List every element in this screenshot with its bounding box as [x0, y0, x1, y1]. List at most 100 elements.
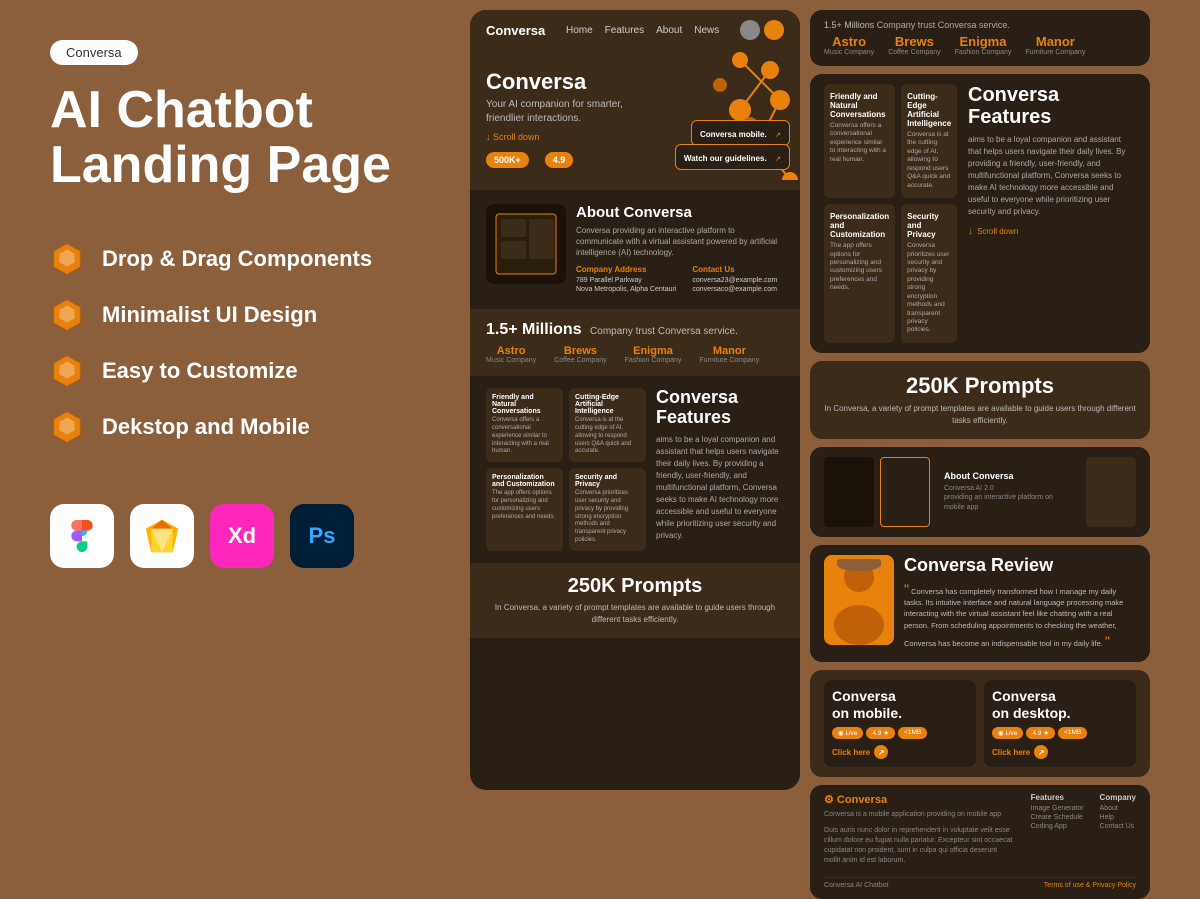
rp-companies: 1.5+ Millions Company trust Conversa ser…	[810, 10, 1150, 66]
footer-link-image-gen[interactable]: Image Generator	[1031, 805, 1084, 812]
hero-title: Conversa	[486, 70, 650, 94]
center-mockup: Conversa Home Features About News Conver…	[470, 10, 800, 790]
nav-links: Home Features About News	[566, 25, 719, 36]
hero-scroll[interactable]: ↓ Scroll down	[486, 132, 650, 142]
contact-email2: conversaco@example.com	[692, 285, 777, 295]
features-section: Friendly and Natural Conversations Conve…	[470, 376, 800, 563]
rp-features-title: Conversa Features	[968, 84, 1136, 128]
figma-icon	[50, 504, 114, 568]
nav-home[interactable]: Home	[566, 25, 593, 36]
rp-co-brews: Brews Coffee Company	[888, 34, 940, 56]
about-section: About Conversa Conversa providing an int…	[470, 190, 800, 309]
feature-label-drop-drag: Drop & Drag Components	[102, 246, 372, 272]
rp-features: Friendly and Natural Conversations Conve…	[810, 74, 1150, 353]
desktop-badge-size: <1MB	[1058, 727, 1087, 739]
right-panels: 1.5+ Millions Company trust Conversa ser…	[810, 10, 1150, 790]
contact-label: Contact Us	[692, 265, 777, 274]
hero-subtitle: Your AI companion for smarter, friendlie…	[486, 98, 650, 126]
footer-terms[interactable]: Terms of use & Privacy Policy	[1044, 882, 1136, 889]
about-content: About Conversa Conversa providing an int…	[576, 204, 784, 295]
footer-link-coding[interactable]: Coding App	[1031, 823, 1084, 830]
rp-feat-card-3: Personalization and Customization The ap…	[824, 204, 895, 343]
review-quote: " Conversa has completely transformed ho…	[904, 582, 1136, 652]
nav-features[interactable]: Features	[605, 25, 644, 36]
rp-mobile-card: Conversaon mobile. ◉ Live 4.9 ★ <1MB Cli…	[824, 680, 976, 768]
footer-features-title: Features	[1031, 793, 1084, 802]
review-content: Conversa Review " Conversa has completel…	[904, 555, 1136, 652]
nav-avatar	[740, 20, 784, 40]
stat-users: 500K+	[486, 152, 529, 168]
rp-company-logos: Astro Music Company Brews Coffee Company…	[824, 34, 1136, 56]
rp-scroll-down[interactable]: ↓ Scroll down	[968, 226, 1136, 237]
rp-desktop-badges: ◉ Live 4.9 ★ <1MB	[992, 727, 1128, 739]
feature-main: Conversa Features aims to be a loyal com…	[656, 388, 784, 551]
hexagon-icon-1	[50, 242, 84, 276]
feature-label-easy: Easy to Customize	[102, 358, 298, 384]
feature-item-desktop: Dekstop and Mobile	[50, 410, 410, 444]
rp-desktop-cta[interactable]: Click here ↗	[992, 745, 1128, 759]
footer-description: Duis auris nunc dolor in reprehenderit i…	[824, 826, 1015, 865]
rp-desktop-title: Conversaon desktop.	[992, 688, 1128, 722]
review-title: Conversa Review	[904, 555, 1136, 576]
company-logos: Astro Music Company Brews Coffee Company…	[486, 345, 784, 364]
stats-bar: 1.5+ Millions Company trust Conversa ser…	[470, 309, 800, 376]
footer-link-help[interactable]: Help	[1100, 814, 1136, 821]
rp-prompts-sub: In Conversa, a variety of prompt templat…	[824, 403, 1136, 427]
nav-bar: Conversa Home Features About News	[470, 10, 800, 50]
mobile-badge-size: <1MB	[898, 727, 927, 739]
about-title: About Conversa	[576, 204, 784, 221]
feature-item-drop-drag: Drop & Drag Components	[50, 242, 410, 276]
mobile-badge-live: ◉ Live	[832, 727, 863, 739]
footer-company-title: Company	[1100, 793, 1136, 802]
rp-review: Conversa Review " Conversa has completel…	[810, 545, 1150, 662]
mobile-badge-rating: 4.9 ★	[866, 727, 895, 739]
footer-link-schedule[interactable]: Create Schedule	[1031, 814, 1084, 821]
stats-label: Company trust Conversa service.	[590, 326, 738, 337]
nav-about[interactable]: About	[656, 25, 682, 36]
rp-co-enigma: Enigma Fashion Company	[955, 34, 1012, 56]
prompts-number: 250K Prompts	[568, 575, 703, 597]
rp-feat-cards: Friendly and Natural Conversations Conve…	[824, 84, 954, 343]
about-text: Conversa providing an interactive platfo…	[576, 225, 784, 259]
feat-card-4: Security and Privacy Conversa prioritize…	[569, 468, 646, 551]
hexagon-icon-2	[50, 298, 84, 332]
rp-mobile-cta[interactable]: Click here ↗	[832, 745, 968, 759]
rp-screens: About Conversa Conversa AI 2.0 providing…	[810, 447, 1150, 537]
address-label: Company Address	[576, 265, 676, 274]
about-columns: Company Address 789 Parallel ParkwayNova…	[576, 265, 784, 296]
features-title: Conversa Features	[656, 388, 784, 428]
address-value: 789 Parallel ParkwayNova Metropolis, Alp…	[576, 276, 676, 296]
rp-co-manor: Manor Furniture Company	[1025, 34, 1085, 56]
rp-prompts-number: 250K Prompts	[906, 373, 1054, 398]
prompts-section: 250K Prompts In Conversa, a variety of p…	[470, 563, 800, 638]
desktop-arrow-icon: ↗	[1034, 745, 1048, 759]
stat-rating: 4.9	[545, 152, 574, 168]
nav-news[interactable]: News	[694, 25, 719, 36]
sketch-icon	[130, 504, 194, 568]
rp-feat-card-4: Security and Privacy Conversa prioritize…	[901, 204, 957, 343]
features-list: Drop & Drag Components Minimalist UI Des…	[50, 242, 410, 444]
feat-card-2: Cutting-Edge Artificial Intelligence Con…	[569, 388, 646, 462]
rp-mobile-badges: ◉ Live 4.9 ★ <1MB	[832, 727, 968, 739]
rp-features-text: aims to be a loyal companion and assista…	[968, 134, 1136, 218]
prompts-sub: In Conversa, a variety of prompt templat…	[486, 602, 784, 626]
main-title: AI Chatbot Landing Page	[50, 83, 410, 192]
left-panel: Conversa AI Chatbot Landing Page Drop & …	[0, 0, 460, 800]
feat-card-1: Friendly and Natural Conversations Conve…	[486, 388, 563, 462]
nav-logo: Conversa	[486, 23, 545, 38]
hexagon-icon-4	[50, 410, 84, 444]
rp-desktop-card: Conversaon desktop. ◉ Live 4.9 ★ <1MB Cl…	[984, 680, 1136, 768]
feature-item-easy: Easy to Customize	[50, 354, 410, 388]
desktop-badge-live: ◉ Live	[992, 727, 1023, 739]
xd-icon: Xd	[210, 504, 274, 568]
rp-feat-card-1: Friendly and Natural Conversations Conve…	[824, 84, 895, 198]
company-enigma: Enigma Fashion Company	[625, 345, 682, 364]
footer-link-contact[interactable]: Contact Us	[1100, 823, 1136, 830]
feature-cards: Friendly and Natural Conversations Conve…	[486, 388, 646, 551]
hero-section: Conversa Your AI companion for smarter, …	[470, 50, 800, 190]
rp-mobile-title: Conversaon mobile.	[832, 688, 968, 722]
tools-row: Xd Ps	[50, 504, 410, 568]
right-side: Conversa Home Features About News Conver…	[460, 0, 1200, 800]
feature-item-minimalist: Minimalist UI Design	[50, 298, 410, 332]
footer-link-about[interactable]: About	[1100, 805, 1136, 812]
